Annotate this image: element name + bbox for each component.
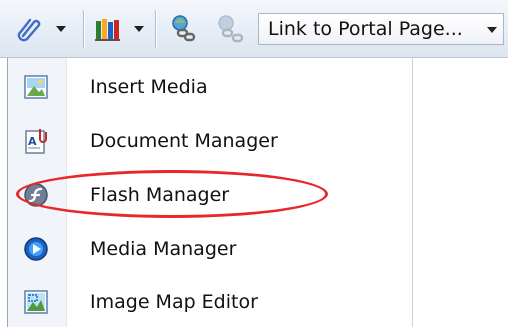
svg-text:A: A	[28, 135, 37, 148]
toolbar-separator	[83, 10, 84, 48]
library-dropdown-button[interactable]	[94, 14, 144, 44]
menu-item-flash-manager[interactable]: Flash Manager	[8, 171, 413, 219]
chevron-down-icon	[134, 26, 144, 32]
document-manager-icon: A	[22, 127, 50, 155]
menu-item-image-map-editor[interactable]: Image Map Editor	[8, 278, 413, 326]
link-dropdown-button[interactable]	[14, 14, 66, 44]
menu-item-label: Media Manager	[90, 238, 237, 260]
flash-icon	[22, 181, 50, 209]
chevron-down-icon	[56, 26, 66, 32]
media-player-icon	[22, 235, 50, 263]
unlink-button[interactable]	[214, 14, 246, 44]
hyperlink-button[interactable]	[168, 14, 200, 44]
portal-page-select-value: Link to Portal Page...	[268, 18, 463, 40]
menu-item-label: Image Map Editor	[90, 291, 258, 313]
books-library-icon	[94, 15, 122, 43]
menu-item-media-manager[interactable]: Media Manager	[8, 225, 413, 273]
portal-page-select[interactable]: Link to Portal Page...	[258, 13, 504, 45]
image-map-icon	[22, 288, 50, 316]
chain-link-icon	[168, 13, 200, 45]
menu-item-document-manager[interactable]: A Document Manager	[8, 117, 413, 165]
insert-media-menu: Insert Media A Document Manager Flash Ma…	[7, 58, 413, 327]
menu-item-label: Flash Manager	[90, 184, 230, 206]
chevron-down-icon	[487, 27, 497, 33]
menu-item-label: Document Manager	[90, 130, 278, 152]
editor-toolbar: Link to Portal Page...	[0, 0, 508, 58]
paperclip-link-icon	[14, 14, 44, 44]
toolbar-separator	[155, 10, 156, 48]
menu-item-label: Insert Media	[90, 76, 208, 98]
chain-unlink-icon	[214, 13, 246, 45]
insert-media-icon	[22, 73, 50, 101]
menu-item-insert-media[interactable]: Insert Media	[8, 63, 413, 111]
